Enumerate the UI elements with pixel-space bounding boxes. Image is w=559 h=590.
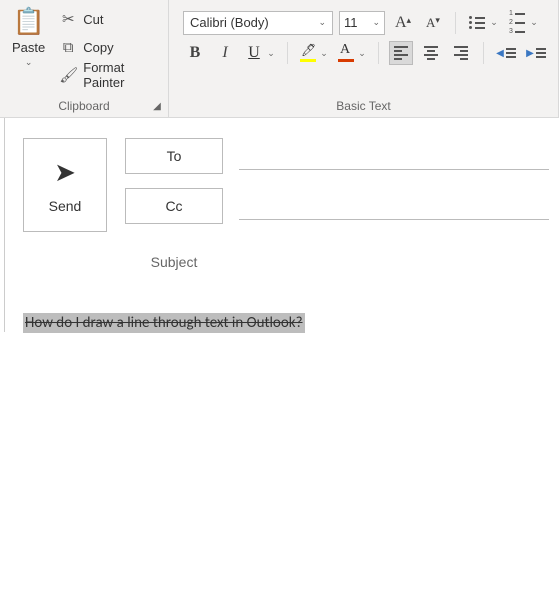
chevron-down-icon: ⌄ bbox=[318, 17, 326, 28]
separator bbox=[483, 42, 484, 64]
decrease-font-size-button[interactable]: A▾ bbox=[421, 11, 445, 35]
basic-text-group: Calibri (Body) ⌄ 11 ⌄ A▴ A▾ bbox=[169, 0, 559, 117]
chevron-down-icon[interactable]: ⌄ bbox=[488, 17, 500, 28]
send-label: Send bbox=[49, 198, 82, 214]
copy-icon: ⧉ bbox=[59, 39, 77, 56]
copy-button[interactable]: ⧉ Copy bbox=[55, 34, 162, 60]
italic-button[interactable]: I bbox=[213, 41, 237, 65]
numbering-button[interactable]: 1 2 3 ⌄ bbox=[506, 10, 540, 35]
text-highlight-button[interactable]: 🖊 ⌄ bbox=[298, 43, 330, 63]
chevron-down-icon: ⌄ bbox=[372, 17, 380, 28]
to-button[interactable]: To bbox=[125, 138, 223, 174]
underline-button[interactable]: U ⌄ bbox=[243, 44, 277, 62]
separator bbox=[287, 42, 288, 64]
align-center-icon bbox=[424, 46, 438, 60]
numbering-icon: 1 2 3 bbox=[509, 10, 525, 35]
message-body[interactable]: How do I draw a line through text in Out… bbox=[23, 314, 549, 332]
font-name-value: Calibri (Body) bbox=[190, 15, 269, 30]
bold-button[interactable]: B bbox=[183, 41, 207, 65]
body-selected-text: How do I draw a line through text in Out… bbox=[23, 313, 305, 333]
subject-label: Subject bbox=[129, 254, 219, 270]
align-center-button[interactable] bbox=[419, 41, 443, 65]
highlight-icon: 🖊 bbox=[298, 43, 318, 63]
compose-area: ➤ Send To Cc Subject How do I draw a lin… bbox=[4, 118, 559, 332]
decrease-font-icon: A▾ bbox=[426, 15, 440, 31]
align-left-button[interactable] bbox=[389, 41, 413, 65]
decrease-indent-icon: ◀ bbox=[496, 48, 516, 59]
chevron-down-icon[interactable]: ⌄ bbox=[318, 48, 330, 59]
paintbrush-icon: 🖌 bbox=[59, 66, 77, 84]
send-icon: ➤ bbox=[54, 157, 76, 188]
cc-field[interactable] bbox=[239, 192, 549, 220]
italic-icon: I bbox=[222, 44, 227, 62]
format-painter-label: Format Painter bbox=[83, 60, 158, 90]
separator bbox=[455, 12, 456, 34]
cut-button[interactable]: ✂ Cut bbox=[55, 6, 162, 32]
bullets-button[interactable]: ⌄ bbox=[466, 16, 500, 29]
font-size-dropdown[interactable]: 11 ⌄ bbox=[339, 11, 385, 35]
bold-icon: B bbox=[190, 44, 201, 62]
separator bbox=[378, 42, 379, 64]
scissors-icon: ✂ bbox=[59, 10, 77, 28]
format-painter-button[interactable]: 🖌 Format Painter bbox=[55, 62, 162, 88]
send-button[interactable]: ➤ Send bbox=[23, 138, 107, 232]
clipboard-icon: 📋 bbox=[12, 8, 44, 34]
chevron-down-icon[interactable]: ⌄ bbox=[528, 17, 540, 28]
clipboard-group: 📋 Paste ⌄ ✂ Cut ⧉ Copy 🖌 Format Painter bbox=[0, 0, 169, 117]
cc-button[interactable]: Cc bbox=[125, 188, 223, 224]
increase-indent-button[interactable]: ▶ bbox=[524, 41, 548, 65]
underline-icon: U bbox=[248, 44, 260, 62]
clipboard-dialog-launcher[interactable]: ◢ bbox=[150, 99, 164, 113]
decrease-indent-button[interactable]: ◀ bbox=[494, 41, 518, 65]
clipboard-group-label: Clipboard bbox=[0, 95, 168, 115]
align-right-button[interactable] bbox=[449, 41, 473, 65]
chevron-down-icon[interactable]: ⌄ bbox=[356, 48, 368, 59]
chevron-down-icon[interactable]: ⌄ bbox=[265, 48, 277, 59]
chevron-down-icon[interactable]: ⌄ bbox=[25, 57, 33, 68]
increase-indent-icon: ▶ bbox=[526, 48, 546, 59]
font-color-button[interactable]: A ⌄ bbox=[336, 43, 368, 63]
basic-text-group-label: Basic Text bbox=[169, 95, 558, 115]
font-size-value: 11 bbox=[344, 15, 358, 30]
align-right-icon bbox=[454, 46, 468, 60]
ribbon: 📋 Paste ⌄ ✂ Cut ⧉ Copy 🖌 Format Painter bbox=[0, 0, 559, 118]
increase-font-icon: A▴ bbox=[395, 14, 411, 32]
increase-font-size-button[interactable]: A▴ bbox=[391, 11, 415, 35]
font-name-dropdown[interactable]: Calibri (Body) ⌄ bbox=[183, 11, 333, 35]
align-left-icon bbox=[394, 46, 408, 60]
to-field[interactable] bbox=[239, 142, 549, 170]
paste-label: Paste bbox=[12, 40, 45, 55]
cut-label: Cut bbox=[83, 12, 103, 27]
subject-field[interactable] bbox=[249, 250, 549, 274]
bullets-icon bbox=[469, 16, 485, 29]
copy-label: Copy bbox=[83, 40, 113, 55]
font-color-icon: A bbox=[336, 43, 356, 63]
paste-button[interactable]: 📋 Paste ⌄ bbox=[6, 4, 51, 92]
